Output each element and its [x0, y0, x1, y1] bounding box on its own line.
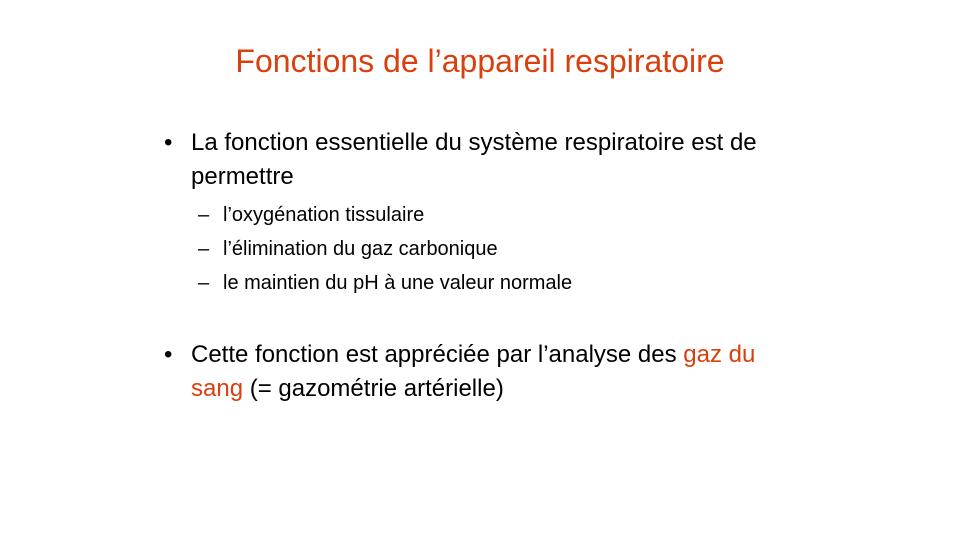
- sub-item-1: – l’oxygénation tissulaire: [198, 202, 758, 228]
- sub-item-text: le maintien du pH à une valeur normale: [223, 272, 573, 294]
- bullet-text: Cette fonction est appréciée par l’analy…: [191, 338, 804, 406]
- bullet-text: La fonction essentielle du système respi…: [191, 129, 757, 190]
- slide: Fonctions de l’appareil respiratoire • L…: [0, 0, 960, 540]
- bullet-text-start: Cette fonction est appréciée par l’analy…: [191, 341, 684, 368]
- dash-marker: –: [198, 272, 210, 294]
- sub-item-2: – l’élimination du gaz carbonique: [198, 236, 758, 262]
- bullet-marker: •: [164, 341, 173, 368]
- sub-item-text: l’oxygénation tissulaire: [223, 204, 425, 226]
- dash-marker: –: [198, 238, 210, 260]
- sub-item-3: – le maintien du pH à une valeur normale: [198, 270, 758, 296]
- bullet-item-1: • La fonction essentielle du système res…: [164, 126, 804, 194]
- sub-item-text: l’élimination du gaz carbonique: [223, 238, 498, 260]
- slide-title: Fonctions de l’appareil respiratoire: [235, 43, 725, 79]
- bullet-marker: •: [164, 129, 173, 156]
- dash-marker: –: [198, 204, 210, 226]
- bullet-text-end: (= gazométrie artérielle): [243, 375, 504, 402]
- bullet-item-2: • Cette fonction est appréciée par l’ana…: [164, 338, 804, 406]
